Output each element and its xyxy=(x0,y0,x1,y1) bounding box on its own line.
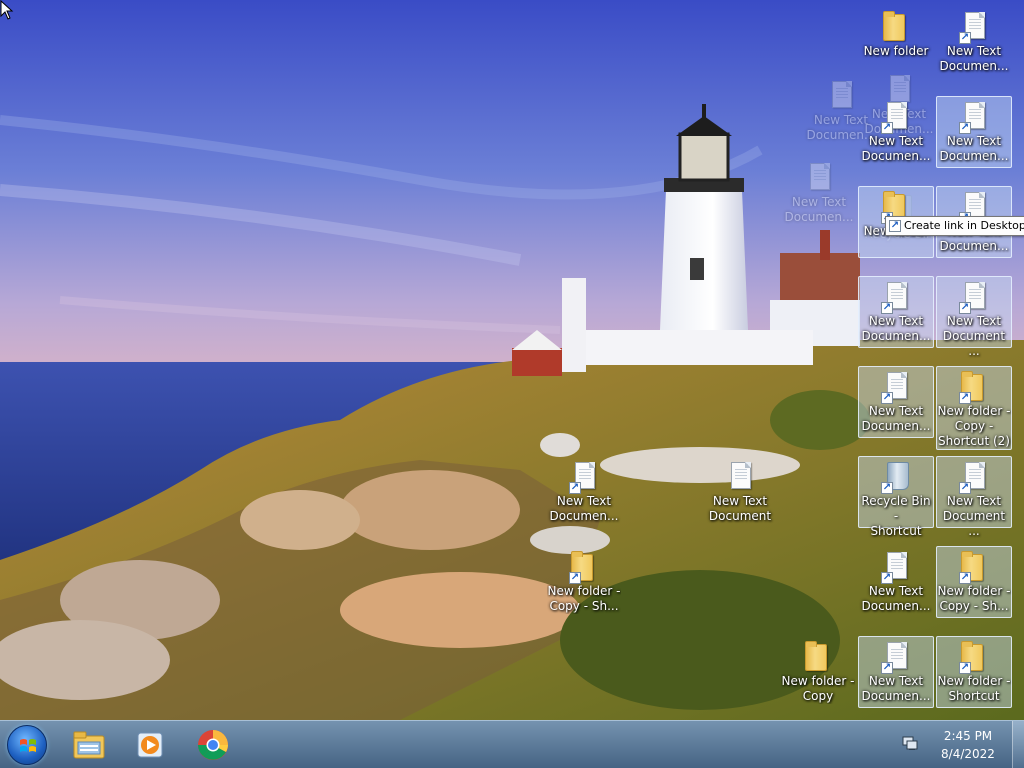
shortcut-arrow-icon: ↗ xyxy=(959,572,971,584)
file-explorer-icon xyxy=(73,731,105,759)
media-player-icon xyxy=(137,732,163,758)
desktop-icon-new-folder[interactable]: New folder xyxy=(858,6,934,78)
desktop-icon-text-document-shortcut[interactable]: ↗ New Text Documen... xyxy=(936,96,1012,168)
text-document-icon xyxy=(731,462,751,489)
shortcut-arrow-icon: ↗ xyxy=(881,302,893,314)
shortcut-arrow-icon: ↗ xyxy=(881,662,893,674)
shortcut-arrow-icon: ↗ xyxy=(881,392,893,404)
desktop-icon-text-document-shortcut[interactable]: ↗ New Text Documen... xyxy=(546,456,622,528)
shortcut-arrow-icon: ↗ xyxy=(889,220,901,232)
desktop-icon-text-document-shortcut[interactable]: ↗ New Text Documen... xyxy=(858,546,934,618)
desktop-icon-folder-shortcut[interactable]: ↗ New folder - Shortcut xyxy=(936,636,1012,708)
shortcut-arrow-icon: ↗ xyxy=(881,482,893,494)
desktop-icon-recycle-bin-shortcut[interactable]: ↗ Recycle Bin - Shortcut xyxy=(858,456,934,538)
folder-icon xyxy=(883,11,905,41)
shortcut-arrow-icon: ↗ xyxy=(881,122,893,134)
shortcut-arrow-icon: ↗ xyxy=(959,32,971,44)
shortcut-arrow-icon: ↗ xyxy=(959,662,971,674)
shortcut-arrow-icon: ↗ xyxy=(881,572,893,584)
taskbar-media-player-button[interactable] xyxy=(132,726,170,764)
shortcut-arrow-icon: ↗ xyxy=(569,482,581,494)
text-document-icon xyxy=(832,81,852,108)
desktop[interactable]: New Text Documen... New Text Documen... … xyxy=(0,0,1024,720)
desktop-icon-folder-copy-shortcut[interactable]: ↗ New folder - Copy - Sh... xyxy=(936,546,1012,618)
desktop-icon-folder-copy-shortcut[interactable]: ↗ New folder - Copy - Sh... xyxy=(546,546,622,618)
folder-icon xyxy=(805,641,827,671)
ghost-icon: New Text Documen... xyxy=(782,158,858,230)
start-button[interactable] xyxy=(7,725,47,765)
network-icon[interactable] xyxy=(902,735,918,751)
desktop-icon-text-document-shortcut[interactable]: ↗ New Text Documen... xyxy=(936,6,1012,78)
desktop-icon-text-document[interactable]: New Text Document xyxy=(702,456,778,528)
desktop-icon-text-document-shortcut[interactable]: ↗ New Text Documen... xyxy=(858,276,934,348)
shortcut-arrow-icon: ↗ xyxy=(569,572,581,584)
shortcut-arrow-icon: ↗ xyxy=(959,122,971,134)
chrome-icon xyxy=(198,730,228,760)
shortcut-arrow-icon: ↗ xyxy=(959,302,971,314)
desktop-icon-folder-copy-shortcut-2[interactable]: ↗ New folder - Copy - Shortcut (2) xyxy=(936,366,1012,450)
desktop-icon-text-document-shortcut[interactable]: ↗ New Text Documen... xyxy=(858,366,934,438)
windows-logo-icon xyxy=(20,739,36,752)
desktop-icon-text-document-shortcut[interactable]: ↗ New Text Document ... xyxy=(936,276,1012,358)
drag-tooltip-text: Create link in Desktop xyxy=(904,219,1024,232)
drag-tooltip: ↗ Create link in Desktop xyxy=(885,216,1024,236)
desktop-icon-text-document-shortcut[interactable]: ↗ New Text Document ... xyxy=(936,456,1012,538)
taskbar-clock[interactable]: 2:45 PM 8/4/2022 xyxy=(928,727,1008,763)
desktop-icon-text-document-shortcut[interactable]: ↗ New Text Documen... xyxy=(858,636,934,708)
mouse-cursor-icon xyxy=(0,0,14,20)
clock-time: 2:45 PM xyxy=(943,729,993,743)
show-desktop-button[interactable] xyxy=(1012,721,1024,768)
text-document-icon xyxy=(810,163,830,190)
taskbar: 2:45 PM 8/4/2022 xyxy=(0,720,1024,768)
shortcut-arrow-icon: ↗ xyxy=(959,482,971,494)
desktop-icon-text-document-shortcut[interactable]: ↗ New Text Documen... xyxy=(858,96,934,168)
taskbar-file-explorer-button[interactable] xyxy=(70,726,108,764)
desktop-icon-new-folder-copy[interactable]: New folder - Copy xyxy=(780,636,856,708)
shortcut-arrow-icon: ↗ xyxy=(959,392,971,404)
clock-date: 8/4/2022 xyxy=(941,747,995,761)
taskbar-chrome-button[interactable] xyxy=(194,726,232,764)
